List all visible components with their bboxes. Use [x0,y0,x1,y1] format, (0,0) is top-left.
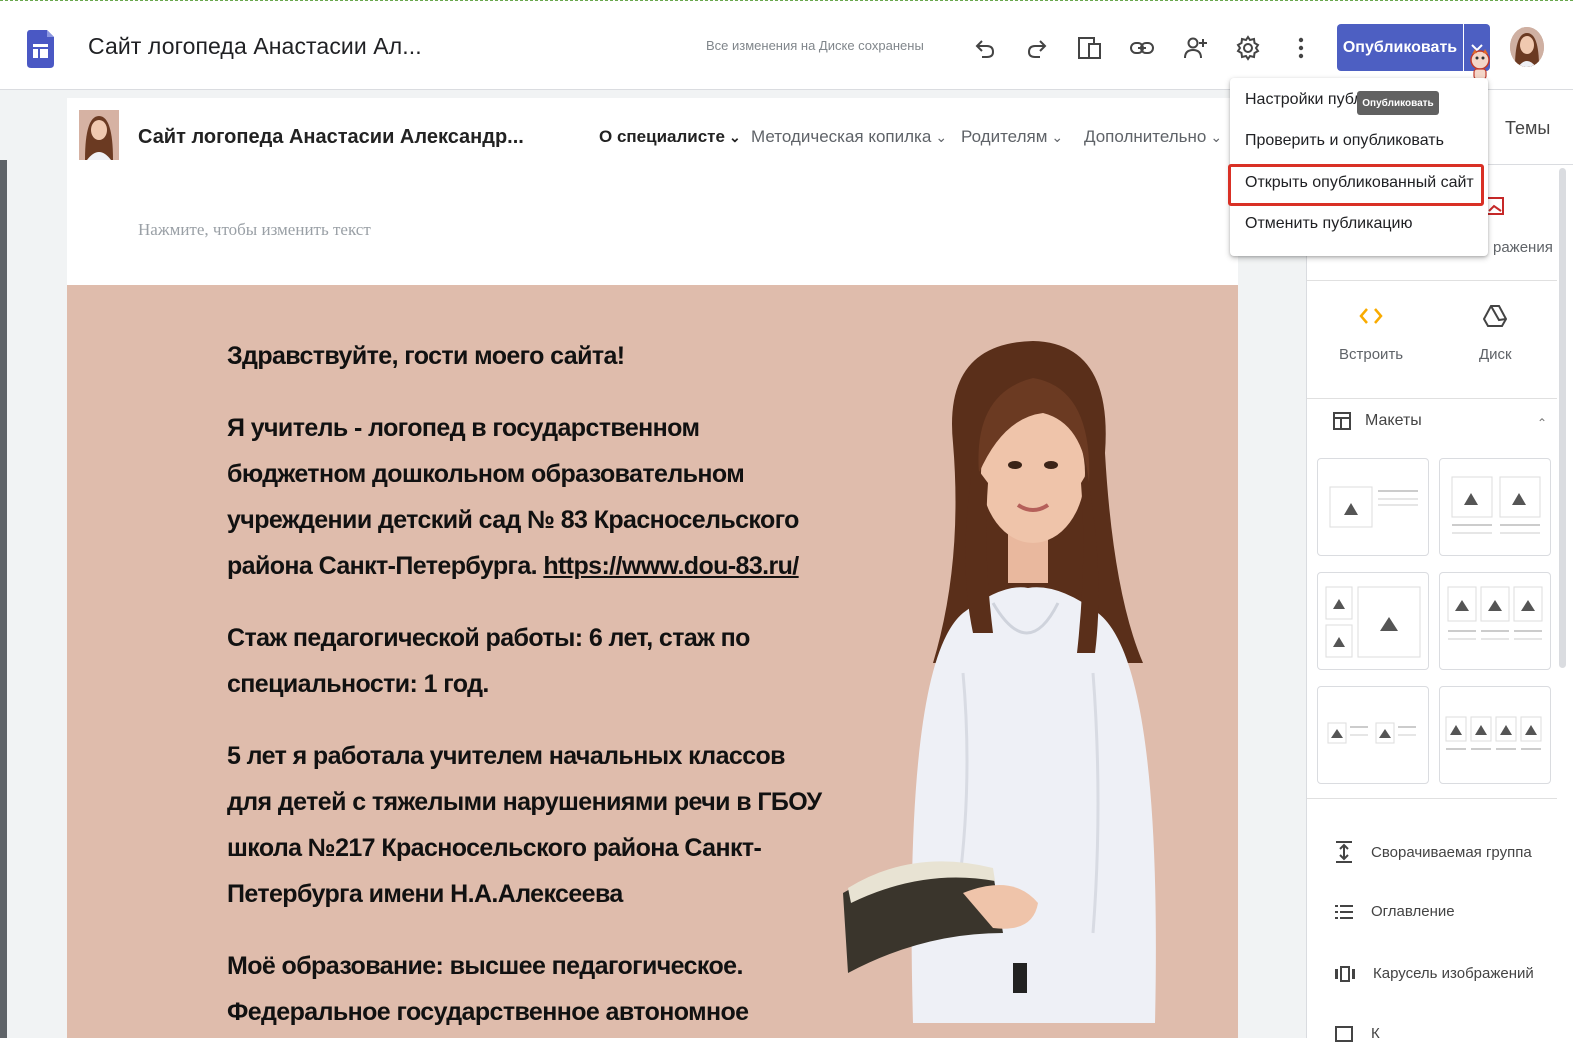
page-top-border [0,0,1573,1]
collapse-icon[interactable]: ⌃ [1537,416,1547,430]
site-title[interactable]: Сайт логопеда Анастасии Александр... [138,126,524,149]
school-link[interactable]: https://www.dou-83.ru/ [543,552,799,580]
drive-icon[interactable] [1483,304,1507,328]
cursor-mascot-icon [1470,49,1490,80]
nav-item-label: О специалисте [599,127,725,146]
collapsible-group-item[interactable]: Сворачиваемая группа [1335,840,1532,864]
layout-option[interactable] [1439,458,1551,556]
image-carousel-item[interactable]: Карусель изображений [1335,965,1534,982]
toc-list-icon [1335,904,1353,919]
collapsible-group-label: Сворачиваемая группа [1371,843,1532,861]
chevron-down-icon: ⌄ [935,128,948,145]
nav-item-methods[interactable]: Методическая копилка ⌄ [751,127,947,147]
layouts-label: Макеты [1365,412,1422,429]
image-icon[interactable] [1485,196,1505,216]
images-label: ражения [1493,239,1553,256]
nav-item-more[interactable]: Дополнительно ⌄ [1084,127,1222,147]
undo-icon[interactable] [969,32,1001,64]
embed-code-icon[interactable] [1359,306,1383,326]
layout-option[interactable] [1317,572,1429,670]
content-text-box[interactable]: Здравствуйте, гости моего сайта! Я учите… [227,333,827,1038]
preview-device-icon[interactable] [1074,32,1106,64]
edit-text-placeholder[interactable]: Нажмите, чтобы изменить текст [138,220,371,240]
table-of-contents-label: Оглавление [1371,903,1455,920]
site-logo-photo[interactable] [79,110,119,160]
image-carousel-label: Карусель изображений [1373,965,1534,982]
nav-item-label: Дополнительно [1084,127,1207,146]
greeting-text: Здравствуйте, гости моего сайта! [227,342,625,370]
menu-item-open-published-site[interactable]: Открыть опубликованный сайт [1245,174,1474,192]
embed-label[interactable]: Встроить [1339,346,1403,363]
nav-item-label: Методическая копилка [751,127,932,146]
document-title[interactable]: Сайт логопеда Анастасии Ал... [88,33,422,60]
redo-icon[interactable] [1021,32,1053,64]
add-person-icon[interactable] [1179,32,1211,64]
portrait-image[interactable] [843,333,1168,1023]
sidebar-item-partial[interactable]: К [1335,1025,1380,1042]
sidebar-separator [1307,280,1557,281]
menu-item-publish-settings[interactable]: Настройки публи [1245,91,1371,109]
chevron-down-icon: ⌄ [1051,128,1064,145]
site-header[interactable]: Сайт логопеда Анастасии Александр... О с… [67,98,1238,285]
nav-item-label: Родителям [961,127,1048,146]
sidebar-separator [1307,798,1557,799]
chevron-down-icon: ⌄ [728,128,741,145]
publish-button[interactable]: Опубликовать [1337,24,1463,71]
table-of-contents-item[interactable]: Оглавление [1335,903,1455,920]
sidebar-separator [1307,398,1557,399]
tab-themes[interactable]: Темы [1505,118,1550,139]
settings-gear-icon[interactable] [1232,32,1264,64]
drive-label[interactable]: Диск [1479,346,1512,363]
menu-item-review-publish[interactable]: Проверить и опубликовать [1245,132,1444,150]
publish-tooltip: Опубликовать [1357,91,1439,115]
layouts-header[interactable]: Макеты [1333,412,1422,430]
menu-item-unpublish[interactable]: Отменить публикацию [1245,215,1412,233]
layout-option[interactable] [1439,686,1551,784]
nav-item-about[interactable]: О специалисте ⌄ [599,127,741,147]
content-section[interactable]: Здравствуйте, гости моего сайта! Я учите… [67,285,1238,1038]
chevron-down-icon: ⌄ [1210,128,1223,145]
google-sites-logo-icon[interactable] [27,24,54,70]
layout-option[interactable] [1317,458,1429,556]
experience-paragraph: Стаж педагогической работы: 6 лет, стаж … [227,624,750,698]
sidebar-scrollbar[interactable] [1559,168,1566,668]
generic-item-icon [1335,1025,1353,1042]
user-avatar[interactable] [1510,27,1544,67]
nav-item-parents[interactable]: Родителям ⌄ [961,127,1063,147]
app-topbar: Сайт логопеда Анастасии Ал... Все измене… [0,2,1573,90]
layout-option[interactable] [1439,572,1551,670]
link-icon[interactable] [1126,32,1158,64]
left-edge-strip [0,160,7,1038]
previous-work-paragraph: 5 лет я работала учителем начальных клас… [227,742,822,908]
partial-item-label: К [1371,1025,1380,1042]
intro-paragraph: Я учитель - логопед в государственном бю… [227,414,799,580]
education-paragraph: Моё образование: высшее педагогическое. … [227,952,749,1026]
layout-option[interactable] [1317,686,1429,784]
save-status: Все изменения на Диске сохранены [706,38,924,53]
carousel-icon [1335,965,1355,982]
layouts-icon [1333,412,1351,430]
more-vert-icon[interactable] [1285,32,1317,64]
collapsible-group-icon [1336,841,1352,863]
